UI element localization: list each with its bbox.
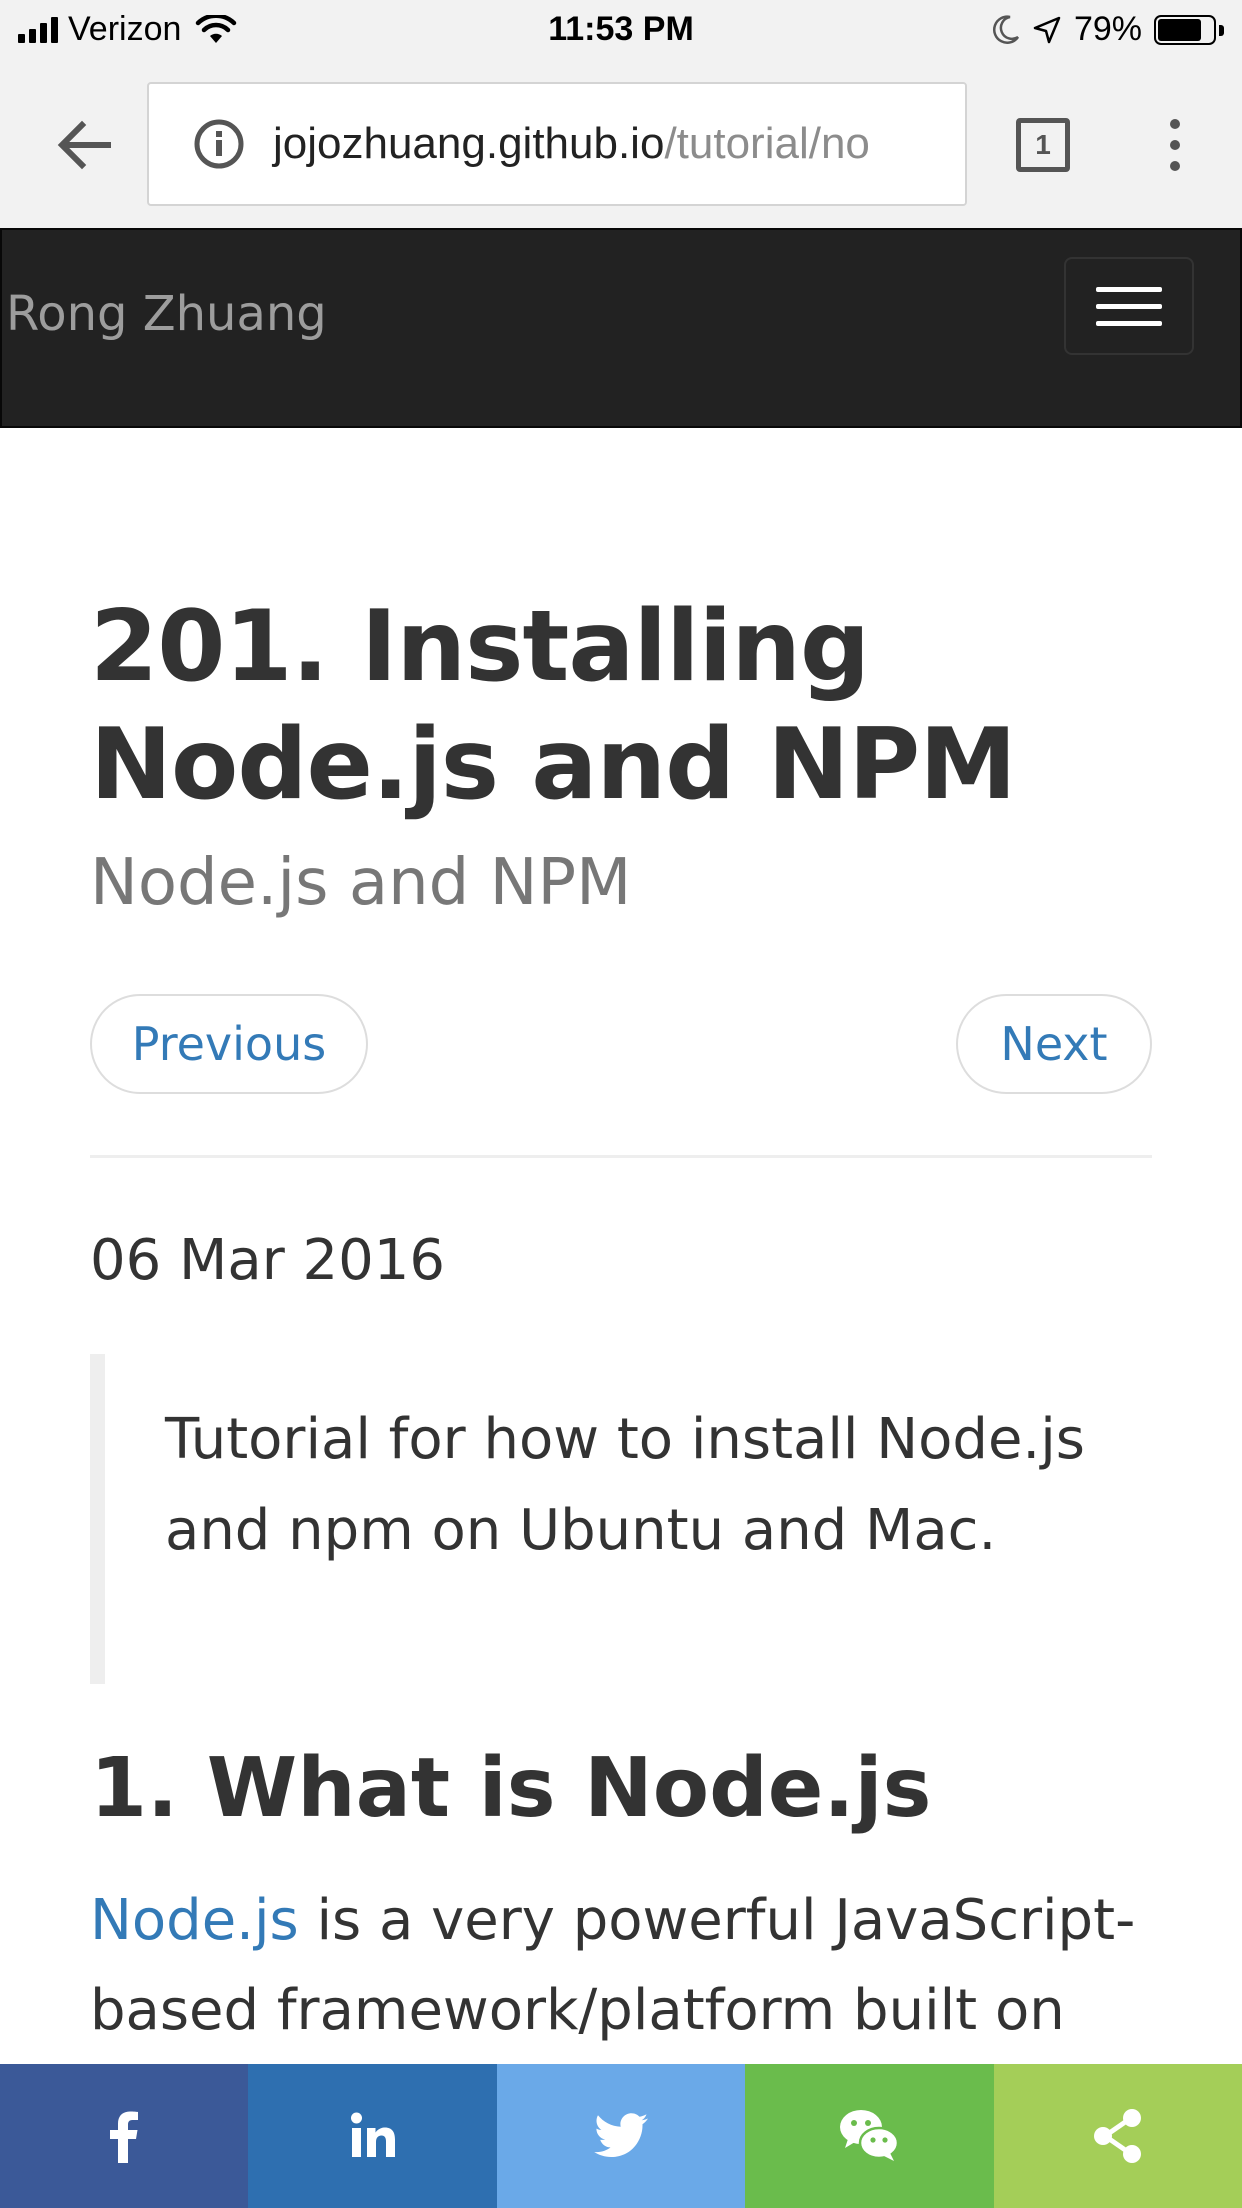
- hamburger-menu-button[interactable]: [1064, 257, 1194, 355]
- more-options-icon[interactable]: [1160, 112, 1190, 178]
- summary-text: Tutorial for how to install Node.js and …: [165, 1407, 1085, 1563]
- url-text[interactable]: jojozhuang.github.io/tutorial/no: [273, 119, 870, 169]
- battery-percent: 79%: [1073, 10, 1142, 48]
- previous-button[interactable]: Previous: [90, 994, 368, 1094]
- linkedin-icon: [350, 2112, 395, 2157]
- post-date: 06 Mar 2016: [90, 1228, 446, 1293]
- battery-icon: [1154, 14, 1224, 45]
- browser-toolbar: jojozhuang.github.io/tutorial/no 1: [0, 62, 1242, 228]
- url-path: /tutorial/no: [664, 119, 870, 168]
- address-bar[interactable]: jojozhuang.github.io/tutorial/no: [147, 82, 967, 206]
- facebook-share-button[interactable]: [0, 2064, 249, 2208]
- share-button[interactable]: [993, 2064, 1242, 2208]
- summary-blockquote: Tutorial for how to install Node.js and …: [90, 1354, 1152, 1684]
- intro-paragraph: Node.js is a very powerful JavaScript-ba…: [90, 1876, 1170, 2056]
- status-bar: Verizon 11:53 PM 79%: [0, 0, 1242, 62]
- next-button[interactable]: Next: [956, 994, 1152, 1094]
- wechat-icon: [840, 2110, 900, 2161]
- do-not-disturb-moon-icon: [992, 14, 1019, 44]
- page-title: 201. Installing Node.js and NPM: [90, 590, 1017, 822]
- page-subtitle: Node.js and NPM: [90, 846, 632, 920]
- status-right: 79%: [992, 10, 1224, 49]
- linkedin-share-button[interactable]: [248, 2064, 497, 2208]
- share-icon: [1093, 2109, 1141, 2163]
- section-heading: 1. What is Node.js: [90, 1741, 932, 1836]
- info-icon[interactable]: [193, 118, 245, 170]
- site-brand-link[interactable]: Rong Zhuang: [6, 286, 327, 342]
- hamburger-icon: [1096, 286, 1162, 292]
- wechat-share-button[interactable]: [745, 2064, 994, 2208]
- back-arrow-icon[interactable]: [52, 112, 118, 178]
- url-host: jojozhuang.github.io: [273, 119, 665, 168]
- twitter-share-button[interactable]: [496, 2064, 746, 2208]
- twitter-icon: [594, 2113, 649, 2157]
- share-bar: [0, 2064, 1242, 2208]
- nodejs-link[interactable]: Node.js: [90, 1888, 299, 1953]
- facebook-icon: [110, 2111, 139, 2163]
- tab-switcher-button[interactable]: 1: [1016, 118, 1070, 172]
- site-navbar: Rong Zhuang: [0, 228, 1242, 428]
- location-arrow-icon: [1033, 16, 1061, 43]
- divider: [90, 1155, 1152, 1158]
